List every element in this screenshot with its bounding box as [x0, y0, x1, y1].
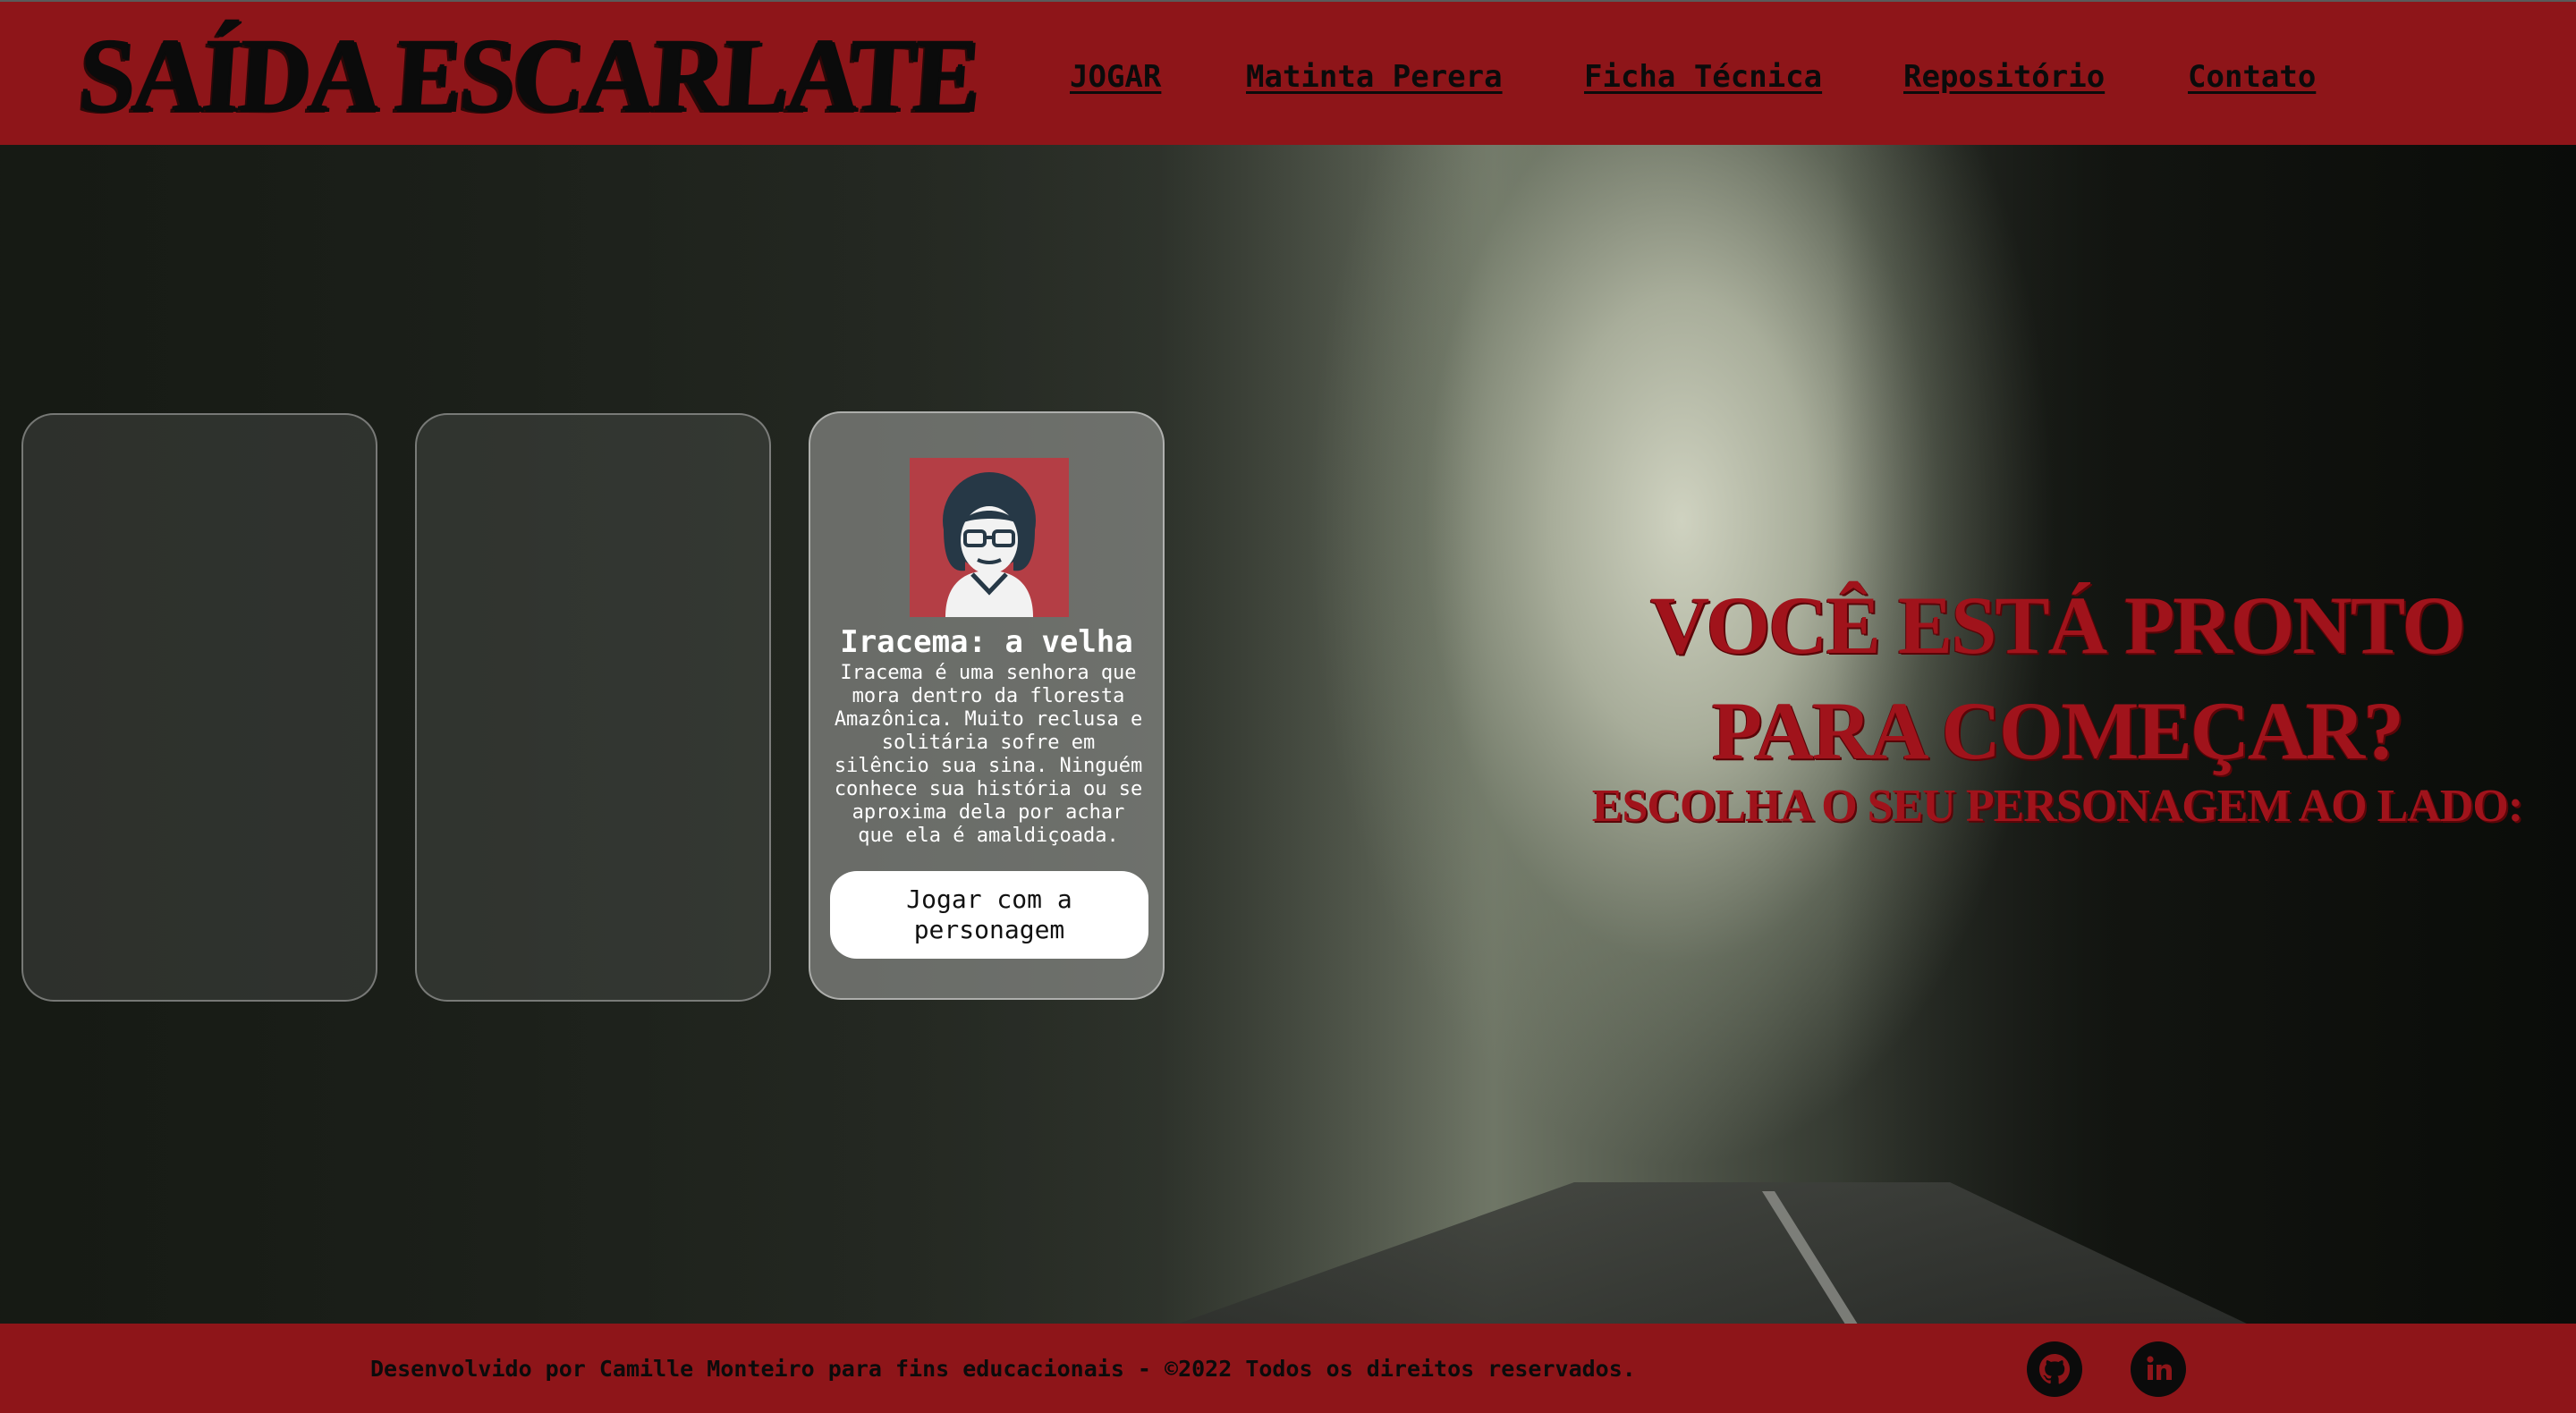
character-card-empty-1[interactable] [21, 413, 377, 1002]
nav-link-matinta-perera[interactable]: Matinta Perera [1246, 59, 1503, 95]
main-nav: JOGAR Matinta Perera Ficha Técnica Repos… [0, 59, 2576, 113]
site-footer: Desenvolvido por Camille Monteiro para f… [0, 1324, 2576, 1413]
nav-link-ficha-tecnica[interactable]: Ficha Técnica [1584, 59, 1822, 95]
nav-link-jogar[interactable]: JOGAR [1070, 59, 1161, 95]
footer-copyright: Desenvolvido por Camille Monteiro para f… [370, 1356, 1636, 1382]
character-card-iracema: Iracema: a velha Iracema é uma senhora q… [809, 411, 1165, 1000]
card-description: Iracema é uma senhora que mora dentro da… [834, 662, 1143, 847]
hero-title: VOCÊ ESTÁ PRONTO PARA COMEÇAR? [1649, 580, 2466, 776]
play-as-character-button[interactable]: Jogar com a personagem [830, 871, 1148, 959]
iracema-avatar [910, 458, 1069, 617]
character-card-empty-2[interactable] [415, 413, 771, 1002]
old-woman-icon [943, 472, 1036, 617]
card-title: Iracema: a velha [840, 624, 1133, 660]
site-header: SAÍDA ESCARLATE JOGAR Matinta Perera Fic… [0, 0, 2576, 145]
github-icon[interactable] [2027, 1341, 2082, 1397]
nav-link-contato[interactable]: Contato [2188, 59, 2316, 95]
linkedin-icon[interactable] [2131, 1341, 2186, 1397]
nav-link-repositorio[interactable]: Repositório [1903, 59, 2105, 95]
hero-subtitle: ESCOLHA O SEU PERSONAGEM AO LADO: [1591, 781, 2523, 832]
